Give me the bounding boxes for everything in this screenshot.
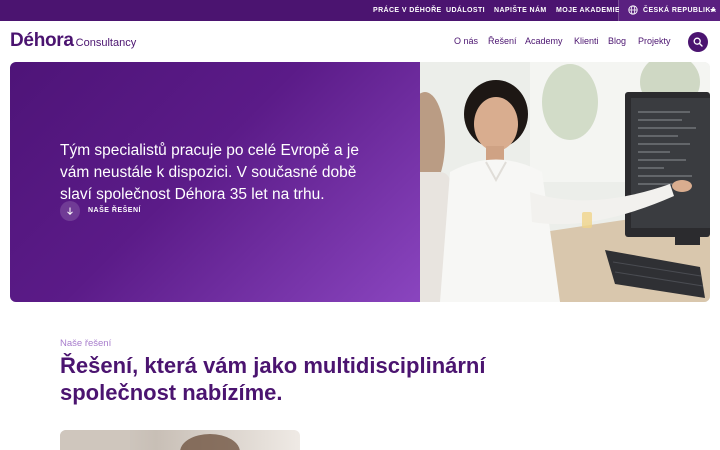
- solution-card-image[interactable]: [60, 430, 300, 450]
- country-selector[interactable]: ČESKÁ REPUBLIKA: [619, 0, 720, 21]
- logo-brand: Déhora: [10, 30, 74, 51]
- search-button[interactable]: [688, 32, 708, 52]
- nav-item-reseni[interactable]: Řešení: [488, 36, 517, 46]
- office-scene-image: [420, 62, 710, 302]
- nav-item-blog[interactable]: Blog: [608, 36, 626, 46]
- nav-item-o-nas[interactable]: O nás: [454, 36, 478, 46]
- hero-panel: Tým specialistů pracuje po celé Evropě a…: [10, 62, 420, 302]
- util-link-prace[interactable]: PRÁCE V DÉHOŘE: [373, 0, 442, 21]
- nav-item-projekty[interactable]: Projekty: [638, 36, 671, 46]
- hero-cta-circle: [60, 201, 80, 221]
- hero-text: Tým specialistů pracuje po celé Evropě a…: [60, 142, 359, 203]
- nav-item-academy[interactable]: Academy: [525, 36, 563, 46]
- nav-item-klienti[interactable]: Klienti: [574, 36, 599, 46]
- logo[interactable]: Déhora Consultancy: [10, 30, 136, 52]
- hero-banner: Tým specialistů pracuje po celé Evropě a…: [10, 62, 710, 302]
- hero-cta-label: NAŠE ŘEŠENÍ: [88, 207, 141, 214]
- chevron-down-icon: [710, 9, 716, 12]
- arrow-down-icon: [67, 207, 73, 216]
- util-link-napiste-nam[interactable]: NAPIŠTE NÁM: [494, 0, 547, 21]
- search-icon: [693, 37, 703, 47]
- section-title: Řešení, která vám jako multidisciplinárn…: [60, 353, 486, 405]
- util-link-udalosti[interactable]: UDÁLOSTI: [446, 0, 485, 21]
- util-link-moje-akademie[interactable]: MOJE AKADEMIE: [556, 0, 620, 21]
- top-utility-bar: PRÁCE V DÉHOŘE UDÁLOSTI NAPIŠTE NÁM MOJE…: [0, 0, 720, 21]
- country-label: ČESKÁ REPUBLIKA: [643, 7, 717, 14]
- card-photo-preview: [60, 430, 240, 450]
- section-eyebrow: Naše řešení: [60, 338, 112, 349]
- logo-sub: Consultancy: [75, 37, 137, 49]
- hero-photo: [420, 62, 710, 302]
- globe-icon: [628, 5, 638, 15]
